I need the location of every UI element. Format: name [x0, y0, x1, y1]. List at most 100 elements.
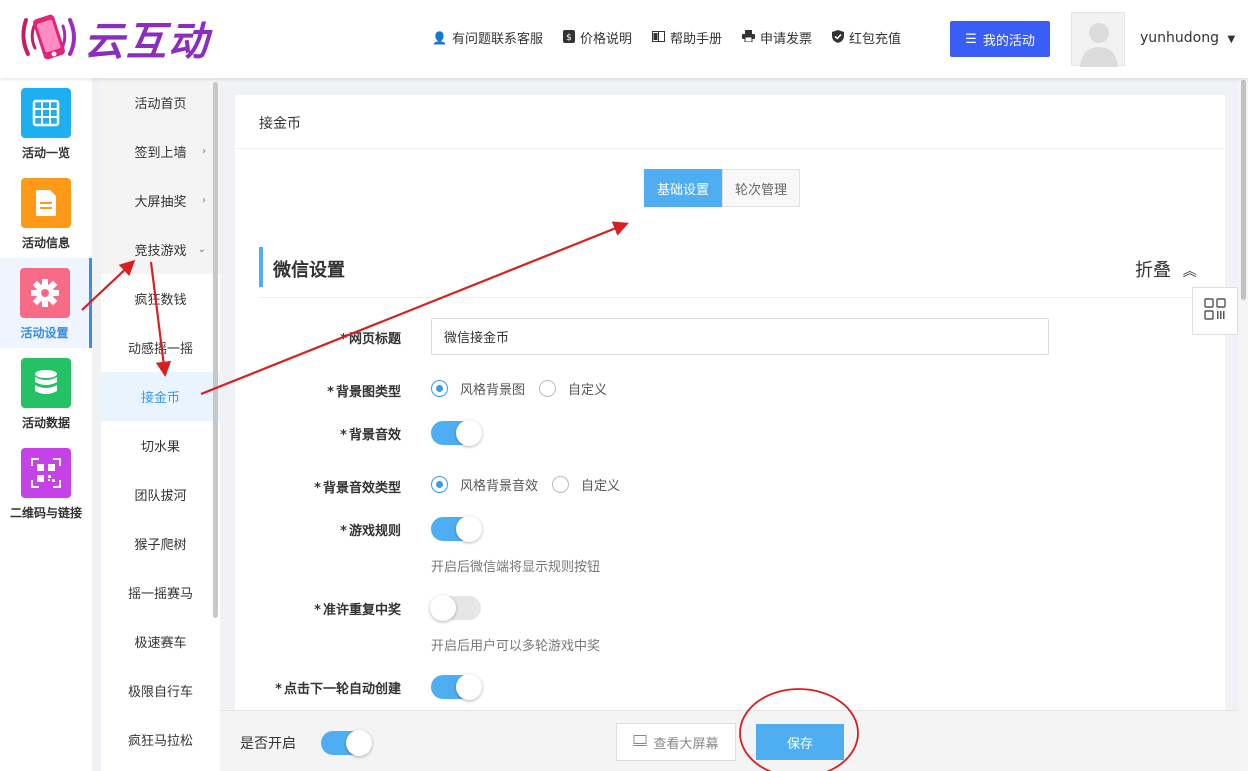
main-panel: 接金币 基础设置 轮次管理 微信设置 折叠 ︽ *网页标题 *背景图类型 风格背…: [235, 95, 1225, 710]
sidebar-item-label: 活动一览: [21, 146, 70, 160]
sidebar-item-activity-overview[interactable]: 活动一览: [0, 78, 92, 168]
qrcode-icon: [21, 448, 71, 498]
submenu-item[interactable]: 活动首页: [101, 78, 220, 127]
nav-redpacket[interactable]: 红包充值: [832, 28, 901, 47]
submenu-scrollbar[interactable]: [213, 82, 218, 618]
list-icon: ☰: [965, 31, 977, 47]
submenu-item[interactable]: 切水果: [101, 421, 220, 470]
scrollbar-thumb[interactable]: [1241, 80, 1246, 300]
logo-text: 云互动: [84, 19, 210, 65]
repeat-win-toggle[interactable]: [430, 595, 481, 621]
printer-icon: [742, 30, 755, 45]
qrcode-float-button[interactable]: [1192, 287, 1238, 335]
submenu-item[interactable]: 竞技游戏 ⌄: [101, 225, 220, 274]
avatar[interactable]: [1071, 12, 1125, 67]
auto-next-toggle[interactable]: [431, 674, 482, 700]
toggle-knob: [456, 420, 482, 446]
radio-label: 风格背景图: [460, 383, 526, 398]
tab-bar: 基础设置 轮次管理: [644, 169, 801, 207]
submenu-item-label: 竞技游戏: [134, 244, 187, 259]
toggle-knob: [430, 595, 456, 621]
radio-custom-bg[interactable]: [539, 380, 557, 397]
divider: [259, 297, 1199, 298]
bg-sound-toggle[interactable]: [431, 420, 482, 446]
nav-label: 申请发票: [760, 32, 813, 47]
top-header: 云互动 👤 有问题联系客服 $ 价格说明 帮助手册 申请发票 红包充值 ☰ 我的…: [0, 0, 1248, 78]
sidebar-item-activity-info[interactable]: 活动信息: [0, 168, 92, 258]
logo-phone-icon: [18, 8, 80, 68]
sidebar-item-label: 二维码与链接: [9, 506, 82, 520]
nav-pricing[interactable]: $ 价格说明: [562, 28, 632, 47]
radio-style-sound[interactable]: [431, 476, 448, 493]
radio-label: 自定义: [581, 479, 621, 494]
user-menu[interactable]: yunhudong ▼: [1140, 30, 1235, 46]
sidebar-item-activity-settings[interactable]: 活动设置: [0, 258, 92, 348]
section-title: 微信设置: [273, 260, 345, 281]
toggle-knob: [346, 730, 372, 756]
view-big-screen-button[interactable]: 查看大屏幕: [616, 723, 736, 761]
collapse-label: 折叠: [1135, 260, 1171, 281]
sidebar-item-label: 活动设置: [20, 326, 69, 340]
submenu-item[interactable]: 摇一摇赛马: [101, 568, 220, 617]
submenu-item[interactable]: 动感摇一摇: [101, 323, 220, 372]
toggle-knob: [456, 674, 482, 700]
radio-custom-sound[interactable]: [552, 476, 570, 493]
submenu-item[interactable]: 签到上墙 ›: [101, 127, 220, 176]
submenu-item-label: 动感摇一摇: [127, 342, 193, 357]
sidebar-item-activity-data[interactable]: 活动数据: [0, 348, 92, 438]
field-label-game-rules: * 游戏规则: [340, 524, 401, 539]
page-title-input[interactable]: [431, 318, 1049, 355]
dollar-icon: $: [562, 29, 575, 46]
bottom-action-bar: 是否开启 查看大屏幕 保存: [220, 710, 1239, 771]
submenu-item[interactable]: 猴子爬树: [101, 519, 220, 568]
field-label-page-title: * 网页标题: [340, 332, 401, 347]
document-icon: [21, 178, 71, 228]
book-icon: [651, 30, 665, 45]
game-rules-toggle[interactable]: [431, 516, 482, 542]
field-label-repeat-win: * 准许重复中奖: [314, 603, 401, 618]
repeat-win-hint: 开启后用户可以多轮游戏中奖: [431, 639, 601, 654]
save-button[interactable]: 保存: [756, 724, 844, 760]
submenu-item[interactable]: 大屏抽奖 ›: [101, 176, 220, 225]
submenu-item-label: 团队拔河: [134, 489, 187, 504]
secondary-menu: 活动首页 签到上墙 › 大屏抽奖 › 竞技游戏 ⌄ 疯狂数钱 动感摇一摇 接金币 切水…: [101, 78, 220, 771]
divider: [235, 148, 1225, 149]
submenu-item[interactable]: 团队拔河: [101, 470, 220, 519]
enable-label: 是否开启: [240, 736, 296, 752]
section-accent-bar: [259, 247, 263, 287]
collapse-toggle[interactable]: 折叠 ︽: [1135, 256, 1197, 282]
submenu-item[interactable]: 极限自行车: [101, 666, 220, 715]
shield-icon: [832, 29, 845, 46]
submenu-item-label: 极速赛车: [134, 636, 187, 651]
nav-label: 价格说明: [579, 32, 632, 47]
view-big-screen-label: 查看大屏幕: [653, 736, 719, 752]
radio-style-bg[interactable]: [431, 380, 448, 397]
enable-toggle[interactable]: [321, 730, 372, 756]
radio-label: 自定义: [568, 383, 608, 398]
svg-text:$: $: [566, 33, 572, 43]
bg-type-radio-group: 风格背景图 自定义: [431, 379, 621, 398]
nav-invoice[interactable]: 申请发票: [742, 28, 812, 47]
submenu-item-active[interactable]: 接金币: [101, 372, 220, 421]
gear-icon: [19, 268, 70, 318]
my-activity-button[interactable]: ☰ 我的活动: [950, 21, 1050, 57]
submenu-item[interactable]: 极速赛车: [101, 617, 220, 666]
chevron-right-icon: ›: [202, 146, 206, 157]
logo[interactable]: 云互动: [18, 8, 210, 68]
tab-round-management[interactable]: 轮次管理: [722, 169, 801, 207]
submenu-item-label: 签到上墙: [134, 146, 187, 161]
nav-customer-service[interactable]: 👤 有问题联系客服: [432, 28, 543, 48]
page-scrollbar[interactable]: [1239, 78, 1248, 771]
submenu-item-label: 接金币: [140, 391, 180, 406]
monitor-icon: [633, 734, 648, 750]
submenu-item-label: 摇一摇赛马: [127, 587, 193, 602]
sidebar-item-qrcode-links[interactable]: 二维码与链接: [0, 438, 92, 528]
submenu-item[interactable]: 疯狂马拉松: [101, 715, 220, 764]
sidebar-item-label: 活动信息: [21, 236, 70, 250]
tab-basic-settings[interactable]: 基础设置: [644, 169, 723, 207]
submenu-item-label: 猴子爬树: [134, 538, 187, 553]
nav-help-manual[interactable]: 帮助手册: [651, 28, 722, 47]
person-add-icon: 👤: [432, 30, 447, 45]
page-title: 接金币: [259, 116, 301, 132]
submenu-item[interactable]: 疯狂数钱: [101, 274, 220, 323]
